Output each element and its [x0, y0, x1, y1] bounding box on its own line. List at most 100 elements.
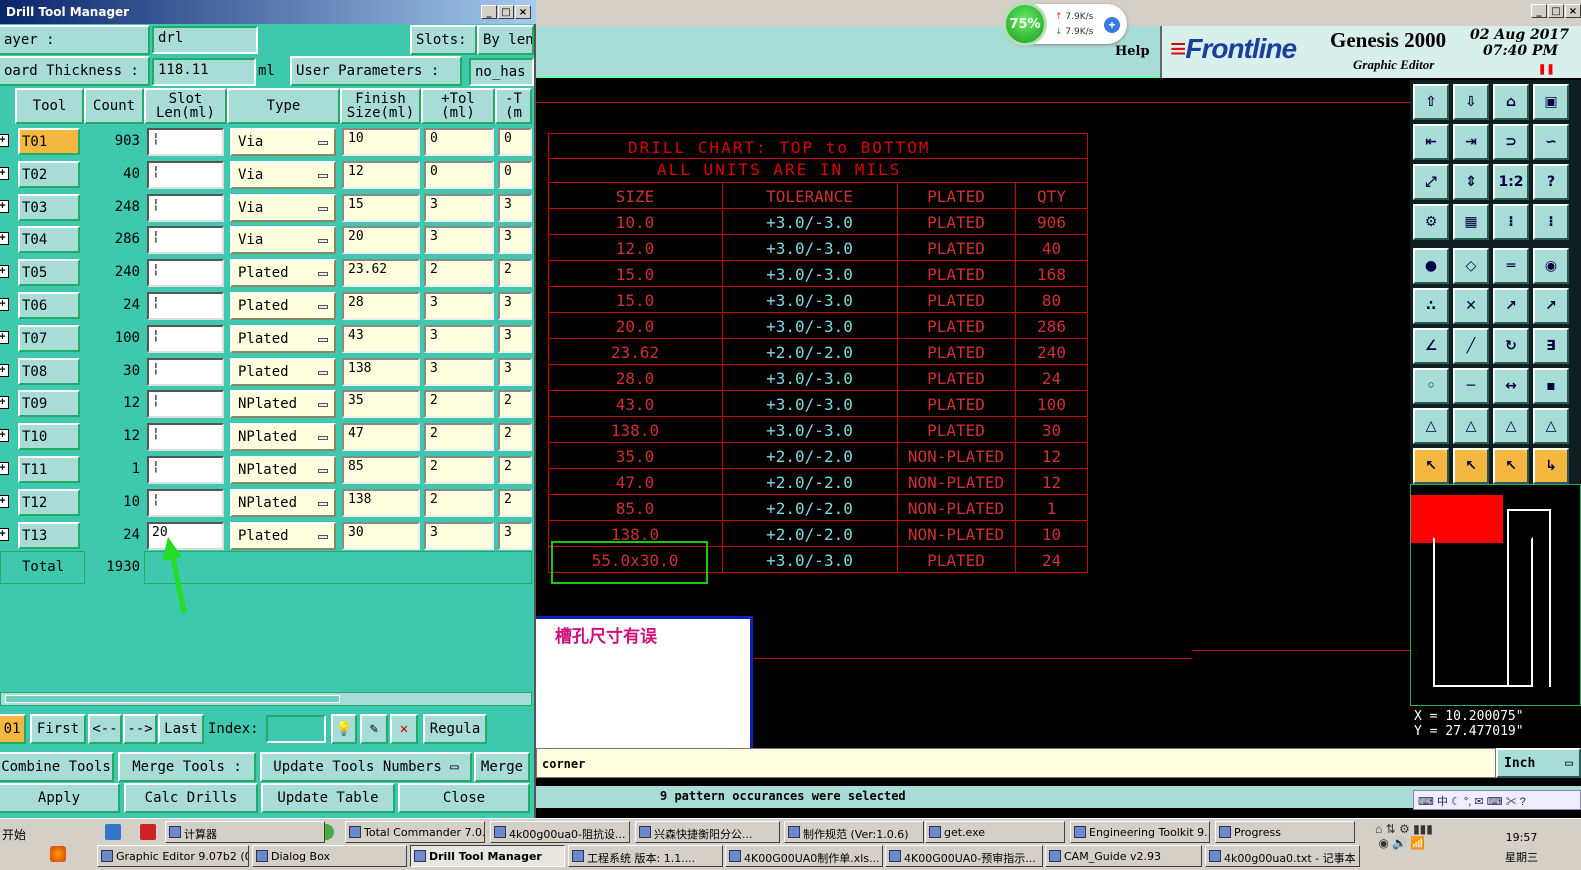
- expand-icon[interactable]: +: [0, 265, 9, 279]
- tool-cell[interactable]: T05: [18, 259, 80, 287]
- taskbar-item[interactable]: Total Commander 7.0...: [345, 821, 485, 843]
- finish-size-input[interactable]: 85: [342, 456, 420, 484]
- finish-size-input[interactable]: 35: [342, 390, 420, 419]
- plus-tol-input[interactable]: 3: [424, 292, 494, 320]
- measure-icon[interactable]: ↔: [1493, 368, 1529, 404]
- slot-len-input[interactable]: ¦: [147, 193, 224, 222]
- open-icon[interactable]: ⇧: [1413, 84, 1449, 120]
- home-icon[interactable]: ⌂: [1493, 84, 1529, 120]
- expand-icon[interactable]: +: [0, 363, 9, 377]
- slots-select[interactable]: By len: [477, 25, 534, 55]
- mirror-icon[interactable]: ⊃: [1493, 124, 1529, 160]
- board-preview[interactable]: [1410, 484, 1581, 706]
- snap-icon[interactable]: ∽: [1533, 124, 1569, 160]
- close-dialog-button[interactable]: Close: [398, 783, 530, 813]
- taskbar-item[interactable]: Progress: [1215, 821, 1355, 843]
- plus-tol-input[interactable]: 2: [424, 259, 494, 288]
- calc-drills-button[interactable]: Calc Drills: [124, 783, 258, 813]
- tool-cell[interactable]: T06: [18, 292, 80, 319]
- minus-tol-input[interactable]: 2: [498, 390, 532, 419]
- finish-size-input[interactable]: 138: [342, 488, 420, 517]
- clock[interactable]: 19:57 星期三: [1505, 828, 1538, 868]
- zoom-icon[interactable]: ⇕: [1453, 164, 1489, 200]
- tool-cell[interactable]: T03: [18, 193, 80, 221]
- plus-tol-input[interactable]: 3: [424, 521, 494, 550]
- minimize-button[interactable]: _: [1531, 4, 1547, 18]
- dtm-minimize-button[interactable]: _: [481, 5, 497, 19]
- taskbar-item[interactable]: get.exe: [925, 821, 1065, 843]
- line-icon[interactable]: ↗: [1533, 288, 1569, 324]
- taskbar-item[interactable]: Dialog Box: [252, 845, 407, 867]
- type-select[interactable]: Plated: [230, 292, 336, 320]
- expand-icon[interactable]: +: [0, 396, 9, 410]
- type-select[interactable]: NPlated: [230, 456, 336, 484]
- tool-cell[interactable]: T09: [18, 390, 80, 418]
- window-icon[interactable]: ▣: [1533, 84, 1569, 120]
- update-tools-numbers-select[interactable]: Update Tools Numbers ▭: [260, 752, 472, 782]
- shape-icon[interactable]: ◇: [1453, 248, 1489, 284]
- finish-size-input[interactable]: 15: [342, 193, 420, 222]
- minus-tol-input[interactable]: 3: [498, 226, 532, 255]
- taskbar-item[interactable]: Drill Tool Manager: [410, 845, 565, 867]
- start-button[interactable]: 开始: [0, 822, 40, 844]
- type-select[interactable]: Via: [230, 193, 336, 222]
- finish-size-input[interactable]: 10: [342, 128, 420, 156]
- regular-button[interactable]: Regula: [423, 714, 487, 744]
- minus-tol-input[interactable]: 0: [498, 128, 532, 156]
- scale-icon[interactable]: 1:2: [1493, 164, 1529, 200]
- slot-len-input[interactable]: ¦: [147, 324, 224, 353]
- taskbar-item[interactable]: 4K00G00UA0-预审指示...: [885, 845, 1043, 867]
- select-icon[interactable]: ●: [1413, 248, 1449, 284]
- taskbar-item[interactable]: 4k00g00ua0.txt - 记事本: [1205, 845, 1360, 867]
- tray-icons[interactable]: ⌂ ⇅ ⚙ ▮▮▮ ◉ 🔊 📶: [1375, 822, 1433, 850]
- horizontal-scrollbar[interactable]: [0, 692, 532, 706]
- type-select[interactable]: Plated: [230, 357, 336, 386]
- group-icon[interactable]: ▪: [1533, 368, 1569, 404]
- dtm-close-button[interactable]: ×: [515, 5, 531, 19]
- point-icon[interactable]: ↗: [1493, 288, 1529, 324]
- type-select[interactable]: NPlated: [230, 423, 336, 452]
- type-select[interactable]: Via: [230, 226, 336, 255]
- minus-tol-input[interactable]: 3: [498, 324, 532, 353]
- signal-icon[interactable]: ⁝: [1493, 204, 1529, 240]
- combine-tools-button[interactable]: Combine Tools: [0, 752, 114, 782]
- slot-len-input[interactable]: ¦: [147, 226, 224, 255]
- grid-icon[interactable]: ▦: [1453, 204, 1489, 240]
- tool-cell[interactable]: T10: [18, 423, 80, 451]
- slot-len-input[interactable]: ¦: [147, 160, 224, 189]
- taskbar-item[interactable]: 4k00g00ua0-阻抗设...: [490, 821, 630, 843]
- export-icon[interactable]: ⇥: [1453, 124, 1489, 160]
- cross-icon[interactable]: ✕: [1453, 288, 1489, 324]
- tri-icon[interactable]: △: [1413, 408, 1449, 444]
- tool-cell[interactable]: T11: [18, 456, 80, 483]
- rotate-icon[interactable]: ↻: [1493, 328, 1529, 364]
- taskbar-item[interactable]: 制作规范 (Ver:1.0.6): [784, 821, 924, 843]
- delete-icon[interactable]: ✕: [390, 714, 418, 744]
- update-table-button[interactable]: Update Table: [261, 783, 395, 813]
- finish-size-input[interactable]: 23.62: [342, 259, 420, 288]
- slot-len-input[interactable]: ¦: [147, 488, 224, 517]
- taskbar-item[interactable]: Engineering Toolkit 9....: [1070, 821, 1210, 843]
- tool-cell[interactable]: T04: [18, 226, 80, 254]
- taskbar-item[interactable]: 工程系统 版本: 1.1....: [568, 845, 723, 867]
- scrollbar-thumb[interactable]: [5, 695, 340, 703]
- first-button[interactable]: First: [30, 714, 86, 744]
- minus-tol-input[interactable]: 2: [498, 488, 532, 517]
- expand-icon[interactable]: +: [0, 166, 9, 180]
- tool-cell[interactable]: T07: [18, 324, 80, 352]
- maximize-button[interactable]: □: [1548, 4, 1564, 18]
- finish-size-input[interactable]: 47: [342, 423, 420, 452]
- layer-icon[interactable]: ⚙: [1413, 204, 1449, 240]
- expand-icon[interactable]: +: [0, 232, 9, 246]
- slot-len-input[interactable]: ¦: [147, 390, 224, 419]
- connect-icon[interactable]: ∴: [1413, 288, 1449, 324]
- taskbar-item[interactable]: 4K00G00UA0制作单.xls...: [725, 845, 883, 867]
- layer-field[interactable]: drl: [152, 26, 258, 54]
- help-button[interactable]: Help: [1115, 44, 1150, 59]
- edit-icon[interactable]: ✎: [360, 714, 388, 744]
- plus-tol-input[interactable]: 2: [424, 423, 494, 452]
- import-icon[interactable]: ⇤: [1413, 124, 1449, 160]
- type-select[interactable]: Via: [230, 128, 336, 156]
- slot-len-input[interactable]: ¦: [147, 259, 224, 288]
- plus-tol-input[interactable]: 3: [424, 193, 494, 222]
